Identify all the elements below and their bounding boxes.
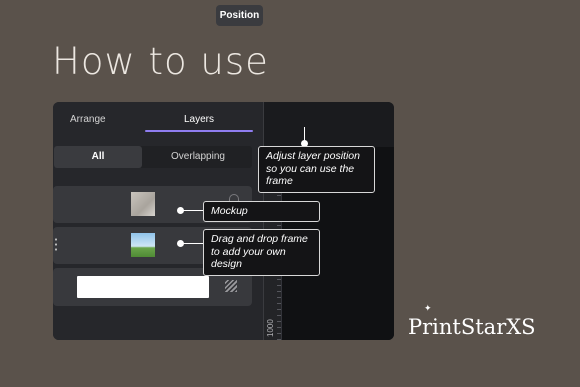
callout-adjust-position: Adjust layer position so you can use the… xyxy=(258,146,375,193)
callout-connector xyxy=(181,243,203,244)
position-button[interactable]: Position xyxy=(216,5,263,26)
layer-filter: All Overlapping xyxy=(54,146,252,168)
landscape-frame-thumbnail xyxy=(131,233,155,257)
headline: How to use xyxy=(52,40,269,83)
tab-layers[interactable]: Layers xyxy=(184,114,214,125)
filter-all-button[interactable]: All xyxy=(54,146,142,168)
mockup-thumbnail xyxy=(131,192,155,216)
callout-mockup: Mockup xyxy=(203,201,320,222)
lock-icon[interactable] xyxy=(229,194,239,201)
drag-handle-icon[interactable] xyxy=(55,237,57,251)
ruler-label: 1000 xyxy=(266,319,275,337)
sparkle-icon: ✦ xyxy=(424,303,432,313)
active-tab-indicator xyxy=(145,130,253,132)
background-thumbnail xyxy=(77,276,209,298)
transparency-icon[interactable] xyxy=(225,280,237,292)
filter-overlapping-button[interactable]: Overlapping xyxy=(144,146,252,168)
brand-logo: PrintStarXS xyxy=(408,315,536,339)
callout-connector xyxy=(181,210,203,211)
tab-arrange[interactable]: Arrange xyxy=(70,114,106,125)
callout-drag-drop: Drag and drop frame to add your own desi… xyxy=(203,229,320,276)
